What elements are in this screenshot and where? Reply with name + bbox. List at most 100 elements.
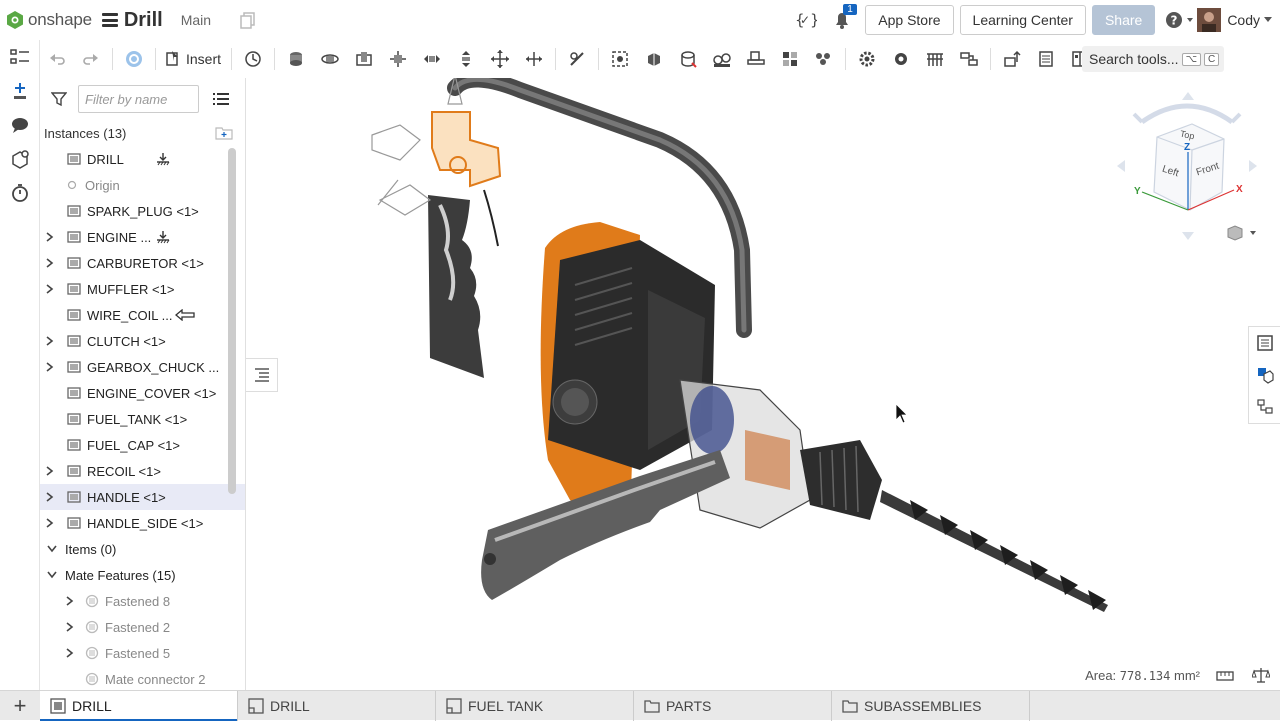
items-section[interactable]: Items (0)	[40, 536, 245, 562]
chevron-down-icon[interactable]	[43, 571, 61, 579]
timer-icon[interactable]	[0, 176, 40, 210]
rack-pinion-icon[interactable]	[739, 42, 773, 76]
mate-connector-icon[interactable]	[603, 42, 637, 76]
variable-icon[interactable]: {✓}	[795, 10, 817, 30]
versions-icon[interactable]	[239, 11, 257, 29]
tab-subassemblies[interactable]: SUBASSEMBLIES	[832, 690, 1030, 721]
appearances-icon[interactable]	[1249, 359, 1280, 391]
chevron-right-icon[interactable]	[61, 648, 79, 658]
tab-drill[interactable]: DRILL	[40, 690, 238, 721]
learning-center-button[interactable]: Learning Center	[959, 5, 1086, 35]
group-icon[interactable]	[637, 42, 671, 76]
cylindrical-mate-icon[interactable]	[415, 42, 449, 76]
instance-row[interactable]: CLUTCH <1>	[40, 328, 245, 354]
pin-slot-mate-icon[interactable]	[449, 42, 483, 76]
configurations-icon[interactable]	[1249, 391, 1280, 423]
chevron-right-icon[interactable]	[41, 466, 59, 476]
instance-row[interactable]: Origin	[40, 172, 245, 198]
insert-mate-icon[interactable]	[0, 74, 40, 108]
slider-mate-icon[interactable]	[347, 42, 381, 76]
bill-of-materials-icon[interactable]	[1249, 327, 1280, 359]
toggle-feature-panel-icon[interactable]	[246, 358, 278, 392]
gear-relation-icon[interactable]	[705, 42, 739, 76]
user-name[interactable]: Cody	[1227, 12, 1260, 28]
measure-icon[interactable]	[995, 42, 1029, 76]
parts-library-icon[interactable]	[0, 142, 40, 176]
insert-button[interactable]: Insert	[160, 44, 227, 74]
chevron-right-icon[interactable]	[41, 284, 59, 294]
linear-pattern-icon[interactable]	[807, 42, 841, 76]
width-mate-icon[interactable]	[918, 42, 952, 76]
instance-row[interactable]: CARBURETOR <1>	[40, 250, 245, 276]
chevron-right-icon[interactable]	[41, 518, 59, 528]
chevron-down-icon[interactable]	[43, 545, 61, 553]
help-icon[interactable]: ?	[1165, 10, 1195, 30]
panel-scrollbar[interactable]	[228, 148, 236, 494]
graphics-viewport[interactable]: Top Left Front Z X Y	[246, 78, 1280, 690]
chevron-right-icon[interactable]	[61, 622, 79, 632]
undo-icon[interactable]	[40, 42, 74, 76]
revolute-mate-icon[interactable]	[313, 42, 347, 76]
list-view-icon[interactable]	[213, 92, 229, 106]
instance-row[interactable]: ENGINE_COVER <1>	[40, 380, 245, 406]
onshape-logo[interactable]: onshape	[6, 10, 92, 30]
notifications-icon[interactable]: 1	[831, 4, 857, 31]
mate-features-section[interactable]: Mate Features (15)	[40, 562, 245, 588]
instance-row[interactable]: DRILL	[40, 146, 245, 172]
explode-view-icon[interactable]	[773, 42, 807, 76]
instance-row[interactable]: WIRE_COIL ...	[40, 302, 245, 328]
section-view-icon[interactable]	[1029, 42, 1063, 76]
tangent-mate-icon[interactable]	[560, 42, 594, 76]
instance-row[interactable]: FUEL_CAP <1>	[40, 432, 245, 458]
instance-row[interactable]: SPARK_PLUG <1>	[40, 198, 245, 224]
instance-row[interactable]: ENGINE ...	[40, 224, 245, 250]
chevron-right-icon[interactable]	[41, 258, 59, 268]
motion-gear-icon[interactable]	[884, 42, 918, 76]
share-button[interactable]: Share	[1091, 5, 1156, 35]
planar-mate-icon[interactable]	[381, 42, 415, 76]
tab-parts[interactable]: PARTS	[634, 690, 832, 721]
chevron-right-icon[interactable]	[61, 596, 79, 606]
search-tools-input[interactable]: Search tools... ⌥ C	[1082, 46, 1224, 72]
instance-row[interactable]: HANDLE <1>	[40, 484, 245, 510]
mate-feature-row[interactable]: Fastened 8	[40, 588, 245, 614]
tab-drill[interactable]: DRILL	[238, 690, 436, 721]
settings-gear-icon[interactable]	[850, 42, 884, 76]
screw-relation-icon[interactable]	[952, 42, 986, 76]
avatar[interactable]	[1197, 8, 1222, 32]
regenerate-icon[interactable]	[117, 42, 151, 76]
user-menu-chevron-icon[interactable]	[1264, 17, 1272, 23]
feature-list-icon[interactable]	[0, 40, 40, 74]
mate-feature-row[interactable]: Fastened 5	[40, 640, 245, 666]
app-store-button[interactable]: App Store	[865, 5, 954, 35]
tab-fuel-tank[interactable]: FUEL TANK	[436, 690, 634, 721]
instance-row[interactable]: MUFFLER <1>	[40, 276, 245, 302]
filter-input[interactable]: Filter by name	[78, 85, 199, 113]
mate-feature-row[interactable]: Fastened 2	[40, 614, 245, 640]
units-icon[interactable]	[1252, 667, 1270, 683]
replicate-icon[interactable]	[236, 42, 270, 76]
menu-icon[interactable]	[101, 13, 118, 27]
new-folder-icon[interactable]	[215, 126, 233, 140]
fasten-group-icon[interactable]	[671, 42, 705, 76]
ball-mate-icon[interactable]	[483, 42, 517, 76]
instance-row[interactable]: RECOIL <1>	[40, 458, 245, 484]
instance-row[interactable]: HANDLE_SIDE <1>	[40, 510, 245, 536]
instance-row[interactable]: GEARBOX_CHUCK ...	[40, 354, 245, 380]
instance-row[interactable]: FUEL_TANK <1>	[40, 406, 245, 432]
document-title[interactable]: Drill	[124, 9, 163, 32]
measurement-settings-icon[interactable]	[1216, 668, 1234, 684]
chevron-right-icon[interactable]	[41, 232, 59, 242]
redo-icon[interactable]	[74, 42, 108, 76]
add-tab-button[interactable]: +	[0, 691, 40, 721]
chevron-right-icon[interactable]	[41, 336, 59, 346]
comments-icon[interactable]	[0, 108, 40, 142]
fastened-mate-icon[interactable]	[279, 42, 313, 76]
chevron-right-icon[interactable]	[41, 362, 59, 372]
filter-icon[interactable]	[40, 91, 78, 107]
chevron-right-icon[interactable]	[41, 492, 59, 502]
parallel-mate-icon[interactable]	[517, 42, 551, 76]
workspace-name[interactable]: Main	[181, 12, 211, 28]
view-options-icon[interactable]	[1226, 224, 1256, 242]
mate-feature-row[interactable]: Mate connector 2	[40, 666, 245, 690]
